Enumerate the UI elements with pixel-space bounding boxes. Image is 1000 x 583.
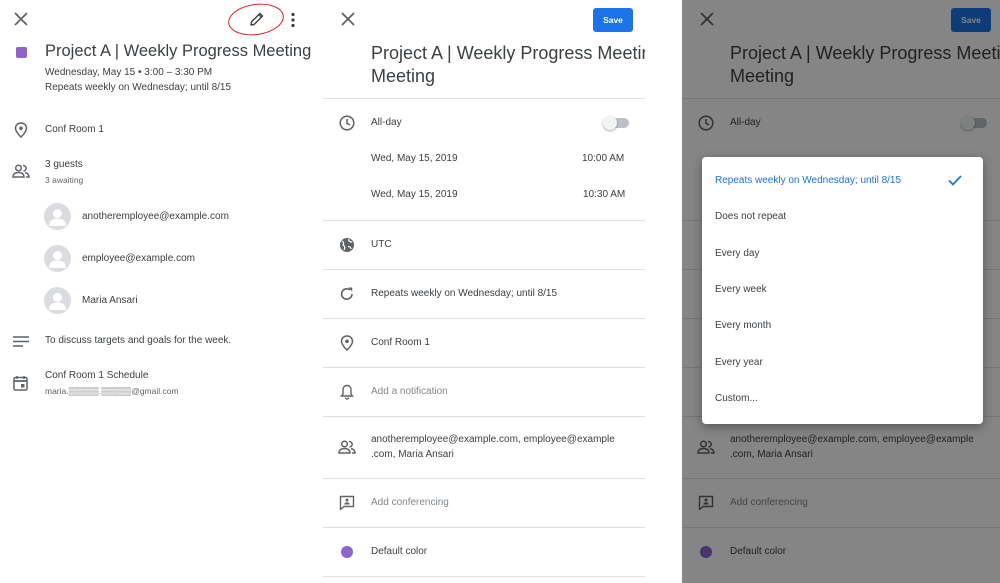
divider (323, 576, 645, 577)
event-location[interactable]: Conf Room 1 (45, 124, 104, 135)
allday-toggle-knob[interactable] (603, 116, 617, 130)
add-notification-field[interactable]: Add a notification (371, 386, 448, 397)
start-time[interactable]: 10:00 AM (582, 153, 624, 164)
guests-awaiting: 3 awaiting (45, 175, 84, 185)
edit-pencil-icon[interactable] (249, 11, 265, 27)
calendar-name: Conf Room 1 Schedule (45, 370, 149, 381)
guest-email[interactable]: anotheremployee@example.com (82, 211, 229, 222)
divider (323, 98, 645, 99)
event-title-input[interactable]: Project A | Weekly Progress Meeting (371, 43, 645, 64)
event-recurrence: Repeats weekly on Wednesday; until 8/15 (45, 82, 232, 93)
refresh-icon (339, 286, 355, 302)
avatar (44, 245, 71, 272)
conferencing-icon (339, 495, 355, 511)
divider (323, 318, 645, 319)
event-description: To discuss targets and goals for the wee… (45, 335, 232, 346)
menu-item-every-month[interactable]: Every month (702, 308, 983, 344)
avatar (44, 287, 71, 314)
location-field[interactable]: Conf Room 1 (371, 337, 430, 348)
close-icon[interactable] (341, 12, 355, 26)
menu-item-every-year[interactable]: Every year (702, 345, 983, 381)
location-pin-icon (14, 122, 28, 138)
more-vert-icon[interactable] (290, 12, 296, 28)
allday-label: All-day (371, 117, 402, 128)
save-button[interactable]: Save (593, 8, 633, 32)
recurrence-field[interactable]: Repeats weekly on Wednesday; until 8/15 (371, 288, 557, 299)
panel-gap (645, 0, 682, 583)
add-conferencing-field[interactable]: Add conferencing (371, 497, 449, 508)
event-datetime: Wednesday, May 15 • 3:00 – 3:30 PM (45, 67, 213, 78)
guests-field-line2[interactable]: .com, Maria Ansari (371, 449, 454, 460)
guests-count: 3 guests (45, 159, 83, 170)
divider (323, 269, 645, 270)
close-icon[interactable] (14, 12, 28, 26)
guests-field[interactable]: anotheremployee@example.com, employee@ex… (371, 434, 615, 445)
calendar-icon (13, 375, 28, 391)
repeat-options-menu: Repeats weekly on Wednesday; until 8/15 … (702, 157, 983, 424)
event-title-input-line2: Meeting (371, 66, 436, 86)
clock-icon (339, 115, 355, 131)
people-icon (338, 440, 356, 454)
event-title: Project A | Weekly Progress Meeting (45, 42, 312, 60)
divider (323, 478, 645, 479)
start-date[interactable]: Wed, May 15, 2019 (371, 153, 458, 164)
location-pin-icon (340, 335, 354, 351)
event-edit-panel: Save Project A | Weekly Progress Meeting… (323, 0, 645, 583)
globe-icon (339, 237, 355, 253)
guest-name[interactable]: Maria Ansari (82, 295, 138, 306)
avatar (44, 203, 71, 230)
timezone[interactable]: UTC (371, 239, 392, 250)
divider (323, 367, 645, 368)
bell-icon (340, 384, 354, 400)
divider (323, 527, 645, 528)
guest-email[interactable]: employee@example.com (82, 253, 195, 264)
menu-item-custom[interactable]: Custom... (702, 381, 983, 417)
menu-item-every-day[interactable]: Every day (702, 236, 983, 272)
divider (323, 416, 645, 417)
menu-item-every-week[interactable]: Every week (702, 272, 983, 308)
end-date[interactable]: Wed, May 15, 2019 (371, 189, 458, 200)
color-dot (341, 546, 353, 558)
event-view-panel: Project A | Weekly Progress Meeting Wedn… (0, 0, 323, 583)
divider (323, 220, 645, 221)
color-field[interactable]: Default color (371, 546, 427, 557)
calendar-owner: maria.▒▒▒▒▒.▒▒▒▒▒@gmail.com (45, 386, 179, 396)
check-icon (948, 175, 962, 186)
menu-item-does-not-repeat[interactable]: Does not repeat (702, 199, 983, 235)
people-icon (12, 164, 30, 178)
end-time[interactable]: 10:30 AM (583, 189, 625, 200)
menu-item-repeat-current[interactable]: Repeats weekly on Wednesday; until 8/15 (702, 163, 983, 199)
event-color-square (16, 47, 27, 58)
notes-icon (13, 336, 29, 347)
